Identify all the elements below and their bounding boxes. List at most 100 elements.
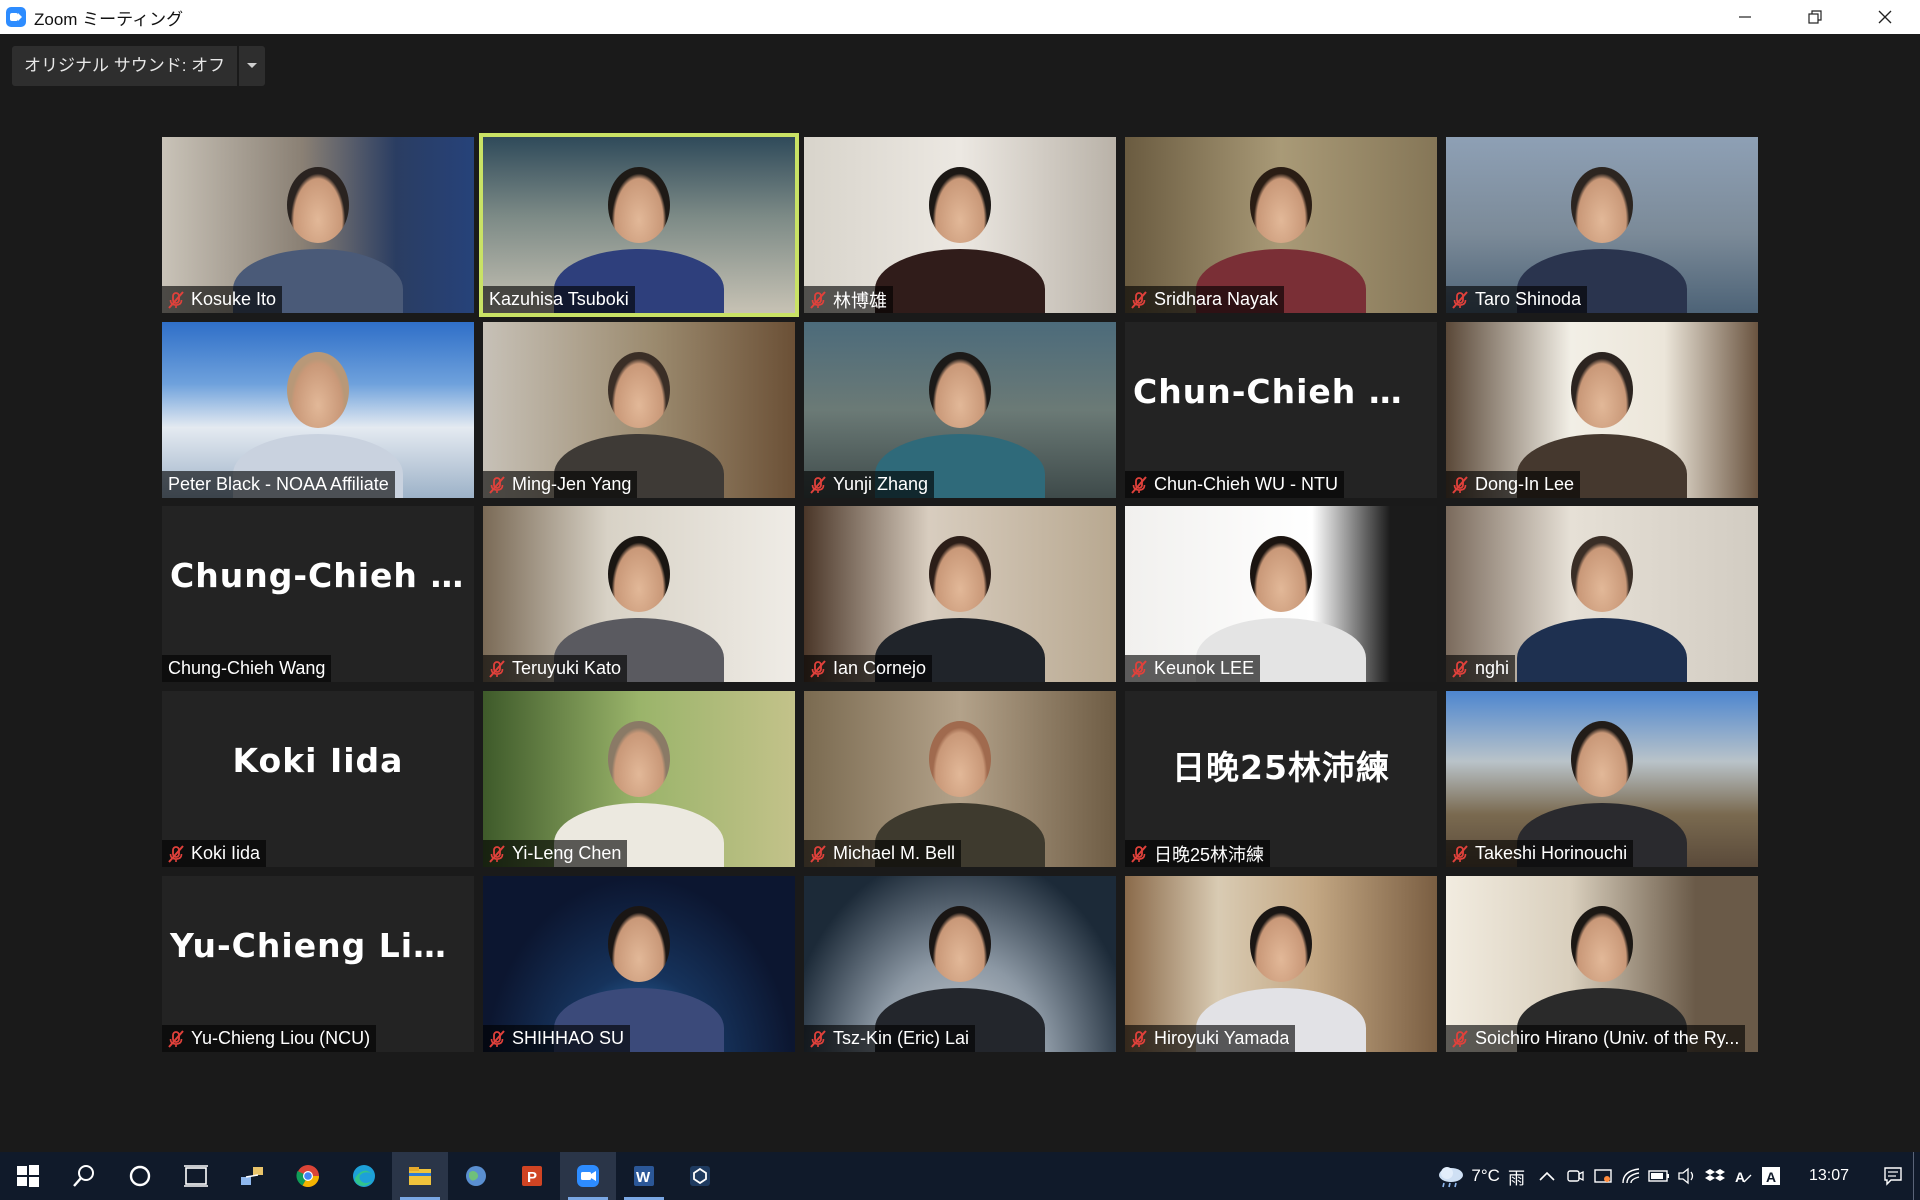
participant-name: Takeshi Horinouchi [1475,843,1628,863]
muted-mic-icon [1131,1029,1147,1048]
taskbar-search-button[interactable] [56,1152,112,1200]
weather-condition: 雨 [1507,1168,1525,1188]
muted-mic-icon [1131,290,1147,309]
participant-tile[interactable]: nghi [1446,506,1758,682]
participant-tile[interactable]: Ian Cornejo [804,506,1116,682]
taskbar-word[interactable]: W [616,1152,672,1200]
participant-tile[interactable]: Teruyuki Kato [483,506,795,682]
window-controls [1710,0,1920,34]
participant-name-tag: 林博雄 [804,286,893,313]
original-sound-control: オリジナル サウンド: オフ [12,46,266,86]
participant-name: Peter Black - NOAA Affiliate [168,474,389,494]
zoom-icon [577,1165,599,1187]
meet-now-icon [1567,1170,1584,1182]
participant-name-tag: nghi [1446,655,1516,682]
participant-tile[interactable]: Yi-Leng Chen [483,691,795,867]
participant-name: Michael M. Bell [833,843,956,863]
tray-wifi[interactable] [1617,1152,1645,1200]
participant-tile[interactable]: Michael M. Bell [804,691,1116,867]
participant-tile[interactable]: Kosuke Ito [162,137,474,313]
cortana-button[interactable] [112,1152,168,1200]
participant-tile[interactable]: Kazuhisa Tsuboki [479,133,799,317]
restore-button[interactable] [1780,0,1850,34]
task-view-button[interactable] [168,1152,224,1200]
show-hidden-icons-button[interactable] [1533,1152,1561,1200]
participant-tile[interactable]: Peter Black - NOAA Affiliate [162,322,474,498]
taskbar-network-tool[interactable] [224,1152,280,1200]
participant-tile[interactable]: Ming-Jen Yang [483,322,795,498]
svg-text:W: W [636,1169,651,1186]
participant-tile[interactable]: Takeshi Horinouchi [1446,691,1758,867]
participant-name: Teruyuki Kato [512,658,622,678]
tray-dropbox[interactable] [1701,1152,1729,1200]
original-sound-dropdown[interactable] [239,46,266,86]
participant-name-tag: Yunji Zhang [804,471,935,498]
muted-mic-icon [168,1029,184,1048]
taskbar-edge[interactable] [336,1152,392,1200]
participant-tile[interactable]: Dong-In Lee [1446,322,1758,498]
taskbar-app[interactable] [672,1152,728,1200]
muted-mic-icon [1131,659,1147,678]
muted-mic-icon [810,290,826,309]
windows-taskbar: P W 7°C 雨 A A 13:07 [0,1152,1920,1200]
muted-mic-icon [168,844,184,863]
participant-tile[interactable]: Taro Shinoda [1446,137,1758,313]
participant-name: Kazuhisa Tsuboki [489,289,629,309]
ime-tool-icon: A [1735,1169,1752,1185]
powerpoint-icon: P [522,1166,542,1186]
action-center-button[interactable] [1873,1152,1913,1200]
taskbar-file-explorer[interactable] [392,1152,448,1200]
muted-mic-icon [810,475,826,494]
participant-name-tag: Yu-Chieng Liou (NCU) [162,1025,377,1052]
tray-ime-tool[interactable]: A [1729,1152,1757,1200]
original-sound-button[interactable]: オリジナル サウンド: オフ [12,46,238,86]
taskbar-powerpoint[interactable]: P [504,1152,560,1200]
minimize-button[interactable] [1710,0,1780,34]
participant-name: Dong-In Lee [1475,474,1575,494]
participant-tile[interactable]: Sridhara Nayak [1125,137,1437,313]
participant-display-name: Yu-Chieng Liou... [170,926,474,965]
tray-volume[interactable] [1673,1152,1701,1200]
participant-name-tag: SHIHHAO SU [483,1025,631,1052]
participant-name: SHIHHAO SU [512,1028,625,1048]
app-icon [690,1166,710,1186]
tray-battery[interactable] [1645,1152,1673,1200]
taskbar-chrome[interactable] [280,1152,336,1200]
tray-teams[interactable] [1561,1152,1589,1200]
participant-tile[interactable]: Tsz-Kin (Eric) Lai [804,876,1116,1052]
participant-tile[interactable]: 林博雄 [804,137,1116,313]
participant-name-tag: Ming-Jen Yang [483,471,638,498]
participant-tile[interactable]: Soichiro Hirano (Univ. of the Ry... [1446,876,1758,1052]
start-button[interactable] [0,1152,56,1200]
tray-update[interactable] [1589,1152,1617,1200]
participant-tile[interactable]: SHIHHAO SU [483,876,795,1052]
participant-tile[interactable]: Chung-Chieh W... Chung-Chieh Wang [162,506,474,682]
taskbar-globe-app[interactable] [448,1152,504,1200]
muted-mic-icon [489,844,505,863]
participant-tile[interactable]: Hiroyuki Yamada [1125,876,1437,1052]
participant-name-tag: Sridhara Nayak [1125,286,1285,313]
close-button[interactable] [1850,0,1920,34]
muted-mic-icon [1452,1029,1468,1048]
participant-tile[interactable]: 日晚25林沛練 日晚25林沛練 [1125,691,1437,867]
participant-name: 林博雄 [833,290,887,311]
participant-tile[interactable]: Koki Iida Koki Iida [162,691,474,867]
participant-name-tag: Dong-In Lee [1446,471,1581,498]
participant-name-tag: Michael M. Bell [804,840,962,867]
muted-mic-icon [1452,844,1468,863]
restore-icon [1808,10,1822,24]
chevron-up-icon [1539,1171,1555,1181]
tray-ime-mode[interactable]: A [1757,1152,1785,1200]
participant-tile[interactable]: Keunok LEE [1125,506,1437,682]
participant-tile[interactable]: Chun-Chieh WU... Chun-Chieh WU - NTU [1125,322,1437,498]
muted-mic-icon [489,475,505,494]
participant-name-tag: Yi-Leng Chen [483,840,628,867]
clock[interactable]: 13:07 [1809,1167,1849,1185]
taskbar-zoom[interactable] [560,1152,616,1200]
participant-tile[interactable]: Yu-Chieng Liou... Yu-Chieng Liou (NCU) [162,876,474,1052]
rain-cloud-icon [1439,1167,1464,1188]
participant-tile[interactable]: Yunji Zhang [804,322,1116,498]
weather-button[interactable] [1433,1152,1469,1200]
show-desktop-button[interactable] [1913,1152,1920,1200]
title-bar: Zoom ミーティング [0,0,1920,34]
